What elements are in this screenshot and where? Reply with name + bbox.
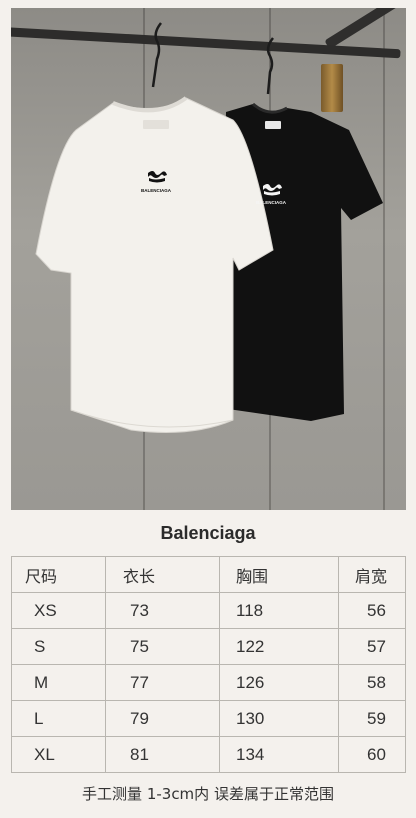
length-cell: 77 <box>105 664 220 701</box>
shoulder-cell: 56 <box>338 592 406 629</box>
shoulder-cell: 57 <box>338 628 406 665</box>
length-cell: 79 <box>105 700 220 737</box>
hanger-black <box>266 37 274 95</box>
shoulder-cell: 58 <box>338 664 406 701</box>
shoulder-cell: 60 <box>338 736 406 773</box>
chest-cell: 126 <box>219 664 339 701</box>
black-shirt-logo-text: BALENCIAGA <box>256 200 287 205</box>
size-cell: M <box>11 664 106 701</box>
size-table: 尺码 衣长 胸围 肩宽 XS 73 118 56 S 75 122 57 M 7… <box>11 556 406 773</box>
header-chest: 胸围 <box>219 556 339 593</box>
chest-cell: 134 <box>219 736 339 773</box>
shirts-illustration: BALENCIAGA BALENCIAGA <box>35 22 383 433</box>
header-shoulder: 肩宽 <box>338 556 406 593</box>
header-size: 尺码 <box>11 556 106 593</box>
length-cell: 75 <box>105 628 220 665</box>
size-cell: L <box>11 700 106 737</box>
table-row: L 79 130 59 <box>11 700 406 737</box>
length-cell: 73 <box>105 592 220 629</box>
measurement-note: 手工测量 1-3cm内 误差属于正常范围 <box>82 785 334 803</box>
chest-cell: 122 <box>219 628 339 665</box>
product-photo: BALENCIAGA BALENCIAGA <box>11 8 406 510</box>
size-table-header: 尺码 衣长 胸围 肩宽 <box>11 556 406 593</box>
table-row: M 77 126 58 <box>11 664 406 701</box>
size-cell: XL <box>11 736 106 773</box>
brand-title: Balenciaga <box>160 523 256 543</box>
header-length: 衣长 <box>105 556 220 593</box>
table-row: XL 81 134 60 <box>11 736 406 773</box>
hanger-white <box>151 22 162 88</box>
white-shirt-logo-text: BALENCIAGA <box>141 188 172 193</box>
product-page: BALENCIAGA BALENCIAGA Balenciaga 尺码 衣长 胸… <box>0 0 416 818</box>
chest-cell: 130 <box>219 700 339 737</box>
table-row: S 75 122 57 <box>11 628 406 665</box>
table-row: XS 73 118 56 <box>11 592 406 629</box>
length-cell: 81 <box>105 736 220 773</box>
size-cell: S <box>11 628 106 665</box>
shoulder-cell: 59 <box>338 700 406 737</box>
chest-cell: 118 <box>219 592 339 629</box>
size-cell: XS <box>11 592 106 629</box>
